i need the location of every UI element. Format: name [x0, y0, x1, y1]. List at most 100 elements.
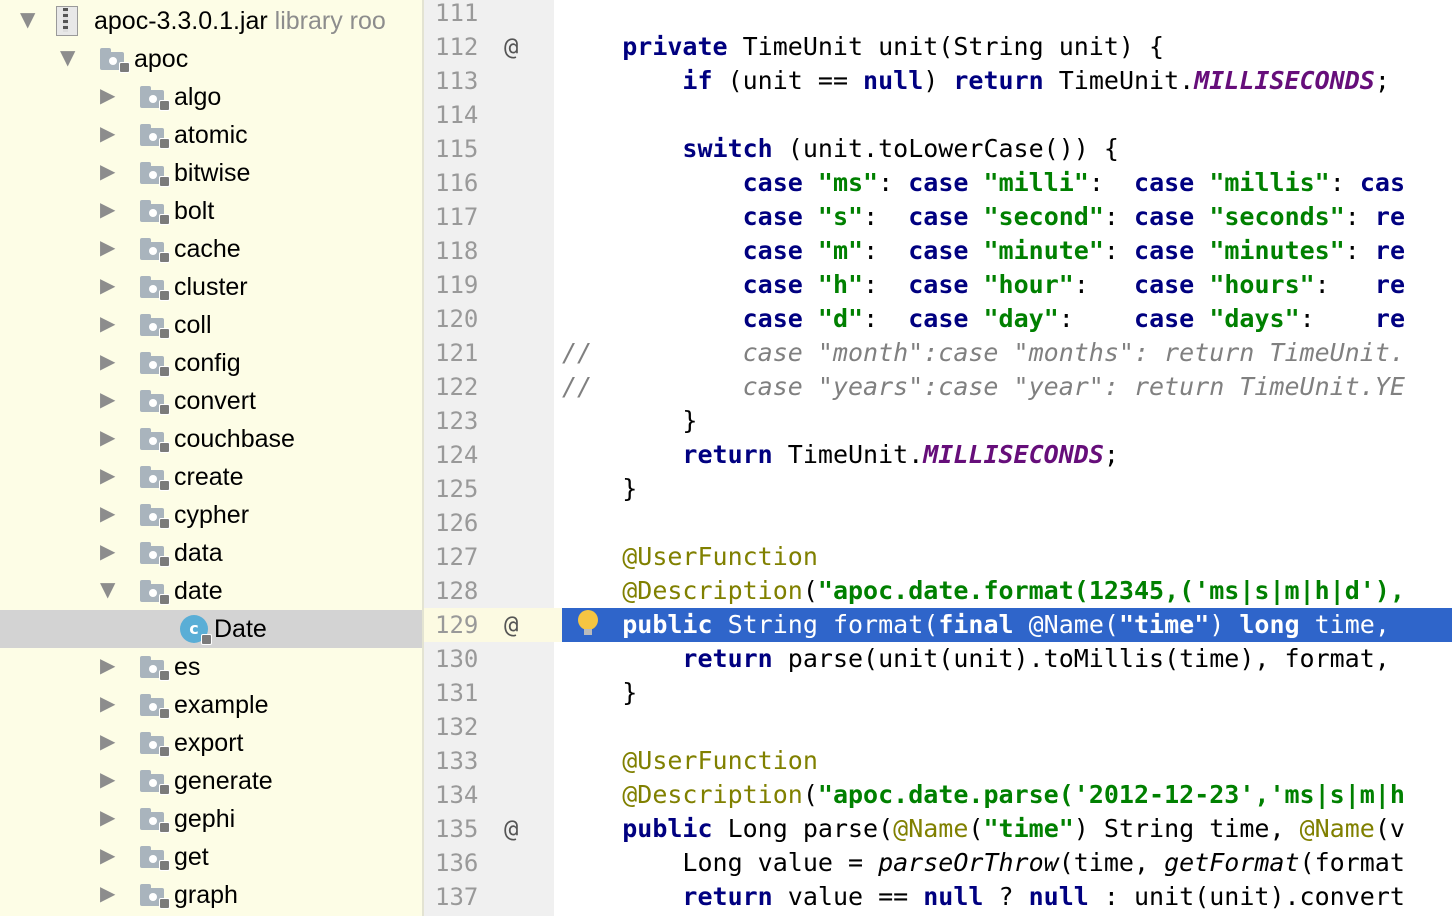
tree-package-export[interactable]: ▶ export — [0, 724, 424, 762]
collapsed-arrow-icon[interactable]: ▶ — [100, 539, 115, 563]
tree-package-couchbase[interactable]: ▶ couchbase — [0, 420, 424, 458]
collapsed-arrow-icon[interactable]: ▶ — [100, 349, 115, 373]
code-line[interactable]: case "m": case "minute": case "minutes":… — [554, 234, 1452, 268]
collapsed-arrow-icon[interactable]: ▶ — [100, 767, 115, 791]
annotation-marker-icon[interactable]: @ — [504, 608, 518, 642]
code-line[interactable]: case "d": case "day": case "days": re — [554, 302, 1452, 336]
collapsed-arrow-icon[interactable]: ▶ — [100, 197, 115, 221]
tree-package-algo[interactable]: ▶ algo — [0, 78, 424, 116]
gutter-line[interactable]: 132 — [424, 710, 554, 744]
collapsed-arrow-icon[interactable]: ▶ — [100, 387, 115, 411]
code-line[interactable]: } — [554, 472, 1452, 506]
tree-root-jar[interactable]: ▼ apoc-3.3.0.1.jar library roo — [0, 2, 424, 40]
gutter-line[interactable]: 136 — [424, 846, 554, 880]
gutter-line[interactable]: 123 — [424, 404, 554, 438]
tree-package-data[interactable]: ▶ data — [0, 534, 424, 572]
code-line[interactable]: public String format(final @Name("time")… — [554, 608, 1452, 642]
annotation-marker-icon[interactable]: @ — [504, 30, 518, 64]
code-line[interactable]: Long value = parseOrThrow(time, getForma… — [554, 846, 1452, 880]
tree-package-apoc[interactable]: ▼ apoc — [0, 40, 424, 78]
collapsed-arrow-icon[interactable]: ▶ — [100, 805, 115, 829]
gutter-line[interactable]: 118 — [424, 234, 554, 268]
collapsed-arrow-icon[interactable]: ▶ — [100, 159, 115, 183]
code-line[interactable]: } — [554, 676, 1452, 710]
collapsed-arrow-icon[interactable]: ▶ — [100, 425, 115, 449]
collapsed-arrow-icon[interactable]: ▶ — [100, 273, 115, 297]
gutter-line[interactable]: 134 — [424, 778, 554, 812]
code-line[interactable]: return value == null ? null : unit(unit)… — [554, 880, 1452, 914]
expanded-arrow-icon[interactable]: ▼ — [60, 45, 75, 69]
tree-package-es[interactable]: ▶ es — [0, 648, 424, 686]
code-line[interactable]: // case "month":case "months": return Ti… — [554, 336, 1452, 370]
code-line[interactable]: private TimeUnit unit(String unit) { — [554, 30, 1452, 64]
collapsed-arrow-icon[interactable]: ▶ — [100, 463, 115, 487]
tree-package-bolt[interactable]: ▶ bolt — [0, 192, 424, 230]
gutter-line[interactable]: 115 — [424, 132, 554, 166]
gutter-line[interactable]: 125 — [424, 472, 554, 506]
tree-package-cypher[interactable]: ▶ cypher — [0, 496, 424, 534]
code-line[interactable]: if (unit == null) return TimeUnit.MILLIS… — [554, 64, 1452, 98]
tree-package-bitwise[interactable]: ▶ bitwise — [0, 154, 424, 192]
expanded-arrow-icon[interactable]: ▼ — [100, 577, 115, 601]
gutter-line[interactable]: 131 — [424, 676, 554, 710]
gutter-line[interactable]: 120 — [424, 302, 554, 336]
gutter-line[interactable]: 135 @ — [424, 812, 554, 846]
gutter-line[interactable]: 119 — [424, 268, 554, 302]
code-line[interactable]: return TimeUnit.MILLISECONDS; — [554, 438, 1452, 472]
gutter-line[interactable]: 116 — [424, 166, 554, 200]
tree-package-config[interactable]: ▶ config — [0, 344, 424, 382]
code-line[interactable]: @Description("apoc.date.format(12345,('m… — [554, 574, 1452, 608]
tree-class-date[interactable]: c Date — [0, 610, 424, 648]
tree-package-date[interactable]: ▼ date — [0, 572, 424, 610]
code-line[interactable]: } — [554, 404, 1452, 438]
tree-package-get[interactable]: ▶ get — [0, 838, 424, 876]
collapsed-arrow-icon[interactable]: ▶ — [100, 843, 115, 867]
gutter-line[interactable]: 129 @ — [424, 608, 554, 642]
collapsed-arrow-icon[interactable]: ▶ — [100, 501, 115, 525]
code-line[interactable]: // case "years":case "year": return Time… — [554, 370, 1452, 404]
collapsed-arrow-icon[interactable]: ▶ — [100, 121, 115, 145]
gutter-line[interactable]: 130 — [424, 642, 554, 676]
collapsed-arrow-icon[interactable]: ▶ — [100, 83, 115, 107]
tree-package-example[interactable]: ▶ example — [0, 686, 424, 724]
collapsed-arrow-icon[interactable]: ▶ — [100, 311, 115, 335]
code-editor[interactable]: private TimeUnit unit(String unit) { if … — [554, 0, 1452, 916]
code-line[interactable] — [554, 710, 1452, 744]
gutter-line[interactable]: 133 — [424, 744, 554, 778]
tree-package-coll[interactable]: ▶ coll — [0, 306, 424, 344]
collapsed-arrow-icon[interactable]: ▶ — [100, 881, 115, 905]
code-line[interactable]: public Long parse(@Name("time") String t… — [554, 812, 1452, 846]
collapsed-arrow-icon[interactable]: ▶ — [100, 235, 115, 259]
tree-package-graph[interactable]: ▶ graph — [0, 876, 424, 914]
gutter-line[interactable]: 121 — [424, 336, 554, 370]
gutter-line[interactable]: 113 — [424, 64, 554, 98]
lightbulb-icon[interactable] — [578, 610, 598, 635]
gutter-line[interactable]: 126 — [424, 506, 554, 540]
collapsed-arrow-icon[interactable]: ▶ — [100, 653, 115, 677]
code-line[interactable] — [554, 0, 1452, 30]
tree-package-generate[interactable]: ▶ generate — [0, 762, 424, 800]
expanded-arrow-icon[interactable]: ▼ — [20, 7, 35, 31]
gutter-line[interactable]: 137 — [424, 880, 554, 914]
tree-package-convert[interactable]: ▶ convert — [0, 382, 424, 420]
tree-package-cache[interactable]: ▶ cache — [0, 230, 424, 268]
gutter-line[interactable]: 117 — [424, 200, 554, 234]
collapsed-arrow-icon[interactable]: ▶ — [100, 729, 115, 753]
code-line[interactable]: case "s": case "second": case "seconds":… — [554, 200, 1452, 234]
code-line[interactable]: case "ms": case "milli": case "millis": … — [554, 166, 1452, 200]
code-line[interactable]: @UserFunction — [554, 744, 1452, 778]
annotation-marker-icon[interactable]: @ — [504, 812, 518, 846]
collapsed-arrow-icon[interactable]: ▶ — [100, 691, 115, 715]
gutter-line[interactable]: 127 — [424, 540, 554, 574]
code-line[interactable]: @Description("apoc.date.parse('2012-12-2… — [554, 778, 1452, 812]
gutter-line[interactable]: 114 — [424, 98, 554, 132]
code-line[interactable]: return parse(unit(unit).toMillis(time), … — [554, 642, 1452, 676]
tree-package-gephi[interactable]: ▶ gephi — [0, 800, 424, 838]
gutter-line[interactable]: 111 — [424, 0, 554, 30]
tree-package-atomic[interactable]: ▶ atomic — [0, 116, 424, 154]
code-line[interactable] — [554, 98, 1452, 132]
gutter-line[interactable]: 124 — [424, 438, 554, 472]
gutter-line[interactable]: 122 — [424, 370, 554, 404]
code-line[interactable]: @UserFunction — [554, 540, 1452, 574]
gutter-line[interactable]: 128 — [424, 574, 554, 608]
